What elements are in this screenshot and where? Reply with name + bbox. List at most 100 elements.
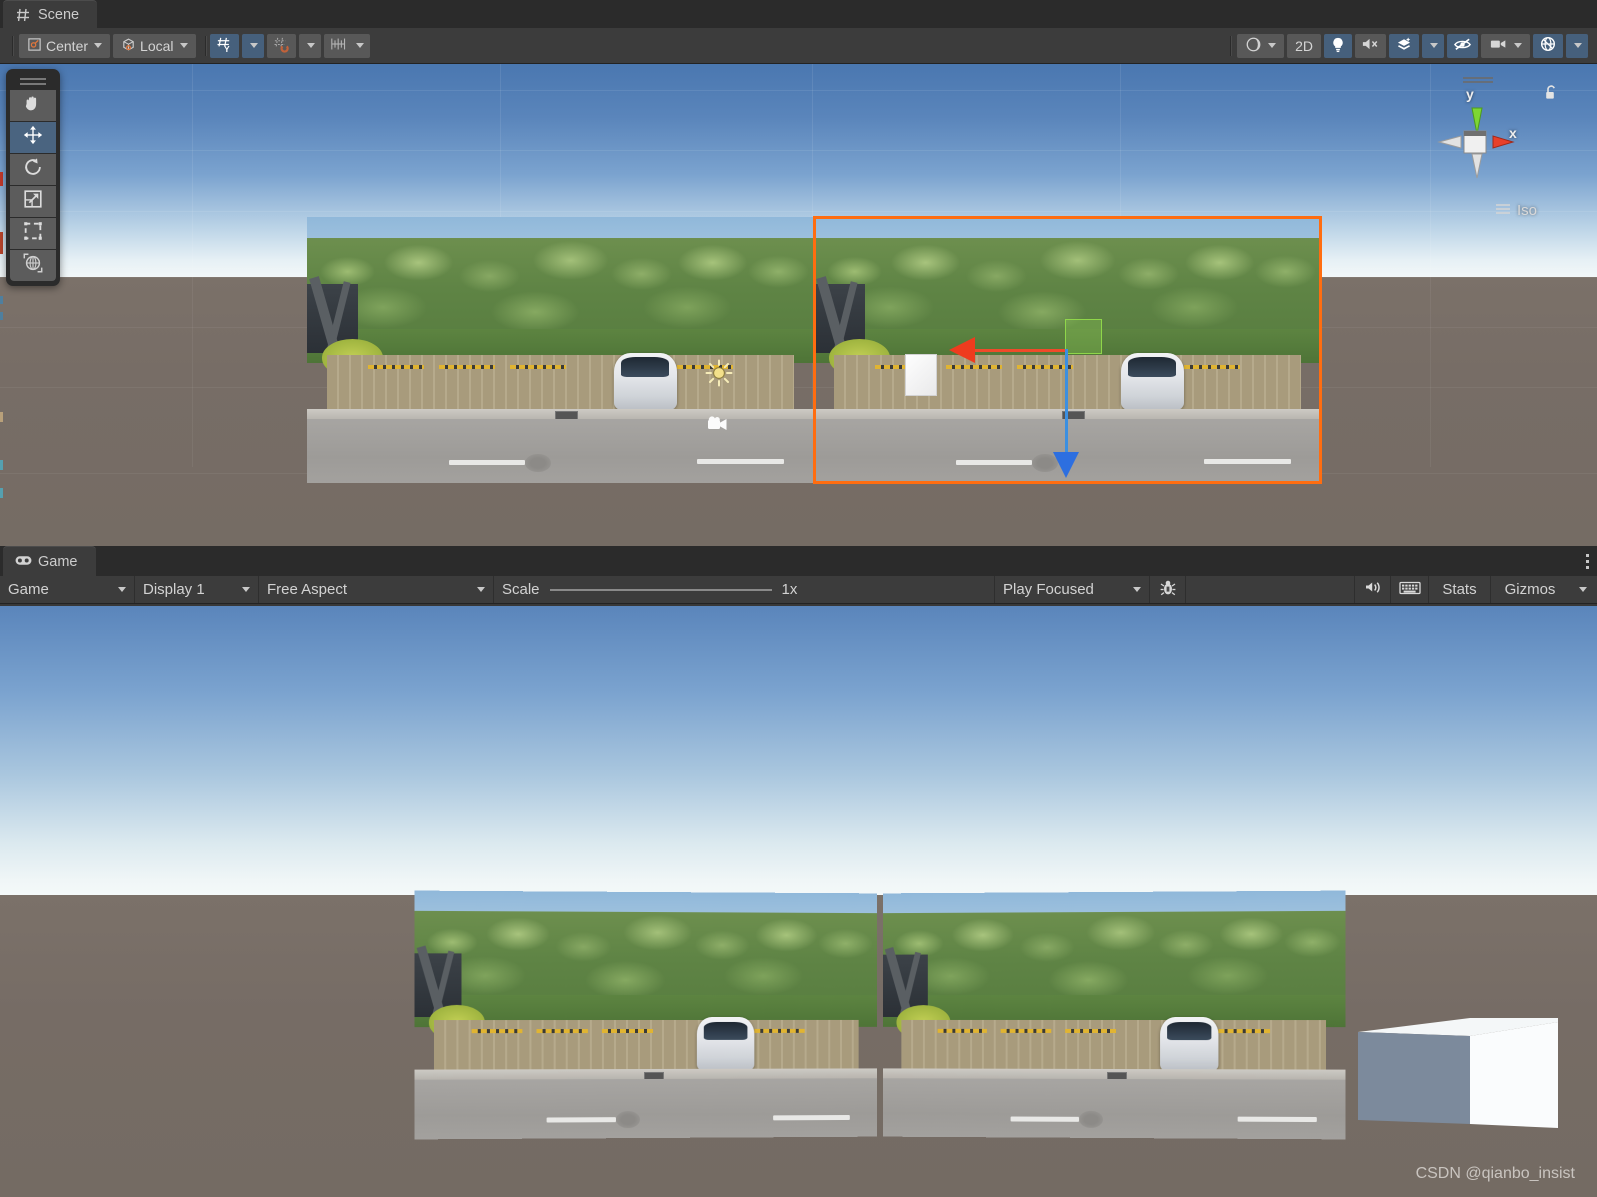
scene-cube-object[interactable]	[905, 354, 937, 396]
chevron-down-icon	[1268, 43, 1277, 48]
tab-game[interactable]: Game	[3, 546, 96, 576]
game-view-selector[interactable]: Game	[0, 576, 135, 603]
increment-snap-icon	[330, 36, 350, 55]
frame-debugger-icon	[1398, 580, 1421, 600]
edge-marker-tan	[0, 412, 3, 422]
scale-label: Scale	[502, 581, 540, 598]
scene-fx-dropdown[interactable]	[1422, 33, 1444, 58]
audio-muted-icon	[1361, 36, 1380, 55]
scene-audio-button[interactable]	[1355, 33, 1386, 58]
rotate-icon	[22, 156, 44, 183]
game-tabbar: Game	[0, 546, 1597, 576]
rotate-tool[interactable]	[10, 154, 56, 185]
unlock-icon[interactable]	[1543, 84, 1559, 107]
hamburger-icon	[1495, 202, 1511, 219]
aspect-ratio-label: Free Aspect	[267, 581, 348, 598]
game-toolbar: Game Display 1 Free Aspect Scale 1x Play…	[0, 576, 1597, 604]
handle-local-icon	[121, 37, 136, 55]
move-gizmo-x-axis[interactable]	[975, 349, 1067, 352]
game-viewport[interactable]: CSDN @qianbo_insist	[0, 606, 1597, 1197]
grid-snapping-button[interactable]	[266, 33, 296, 58]
chevron-down-icon	[118, 587, 126, 592]
gizmo-axis-y-label: y	[1466, 86, 1474, 102]
hand-tool[interactable]	[10, 90, 56, 121]
rect-tool[interactable]	[10, 218, 56, 249]
frame-debugger-button[interactable]	[1391, 576, 1429, 603]
aspect-ratio-selector[interactable]: Free Aspect	[259, 576, 494, 603]
scale-tool[interactable]	[10, 186, 56, 217]
transform-tool[interactable]	[10, 250, 56, 281]
parking-lot-photo	[414, 890, 878, 1140]
handle-rotation-button[interactable]: Local	[113, 33, 196, 58]
display-label: Display 1	[143, 581, 205, 598]
shaded-sphere-icon	[1245, 36, 1262, 56]
move-gizmo-y-axis[interactable]	[1065, 349, 1068, 454]
hand-icon	[22, 92, 44, 119]
edge-marker-blue-1	[0, 296, 3, 304]
image-quad-left[interactable]	[307, 217, 814, 483]
draw-mode-button[interactable]	[1237, 33, 1285, 58]
move-gizmo-y-arrow[interactable]	[1053, 452, 1079, 478]
white-car	[1120, 352, 1185, 412]
grid-snapping-dropdown[interactable]	[298, 33, 321, 58]
stats-button[interactable]: Stats	[1429, 576, 1491, 603]
mute-audio-button[interactable]	[1355, 576, 1391, 603]
tab-scene-label: Scene	[38, 6, 80, 23]
white-car	[613, 352, 678, 412]
tool-palette-grip[interactable]	[6, 73, 60, 89]
scene-fx-button[interactable]	[1389, 33, 1419, 58]
mute-audio-icon	[1363, 580, 1383, 599]
gizmos-globe-icon	[1539, 35, 1557, 56]
grid-dropdown-button[interactable]	[241, 33, 264, 58]
scene-projection-mode[interactable]: Iso	[1495, 202, 1537, 219]
edge-marker-blue-2	[0, 312, 3, 320]
transform-globe-icon	[22, 252, 44, 279]
lightbulb-icon	[1330, 36, 1346, 56]
gizmos-toggle-button[interactable]	[1533, 33, 1563, 58]
more-options-icon[interactable]	[1586, 554, 1589, 569]
camera-gizmo[interactable]	[706, 414, 730, 439]
move-gizmo-x-arrow[interactable]	[949, 337, 975, 363]
scale-slider[interactable]	[549, 588, 772, 591]
gizmos-dropdown[interactable]	[1569, 576, 1597, 603]
scene-camera-button[interactable]	[1481, 33, 1530, 58]
edge-marker-red-2	[0, 232, 3, 254]
2d-toggle-button[interactable]: 2D	[1287, 33, 1321, 58]
scale-slider-group[interactable]: Scale 1x	[494, 576, 995, 603]
display-selector[interactable]: Display 1	[135, 576, 259, 603]
bug-icon	[1159, 579, 1177, 601]
play-mode-selector[interactable]: Play Focused	[995, 576, 1150, 603]
gizmos-dropdown-button[interactable]	[1566, 33, 1588, 58]
move-tool[interactable]	[10, 122, 56, 153]
scene-lighting-button[interactable]	[1324, 33, 1352, 58]
scale-icon	[22, 188, 44, 215]
2d-toggle-label: 2D	[1295, 37, 1313, 54]
game-panel: Game Game Display 1 Free Aspect Scale 1x	[0, 546, 1597, 1197]
scene-tool-palette[interactable]	[6, 69, 60, 286]
grid-visibility-button[interactable]: Y	[209, 33, 239, 58]
tab-scene[interactable]: Scene	[3, 0, 98, 28]
scale-value: 1x	[781, 581, 798, 598]
gizmos-button[interactable]: Gizmos	[1491, 576, 1569, 603]
scene-tabbar: Scene	[0, 0, 1597, 28]
pivot-mode-button[interactable]: Center	[19, 33, 111, 58]
stats-label: Stats	[1442, 581, 1477, 598]
chevron-down-icon	[477, 587, 485, 592]
gizmo-axis-x-label: x	[1509, 125, 1517, 141]
increment-snapping-button[interactable]	[323, 33, 370, 58]
pivot-center-icon	[27, 37, 42, 55]
chevron-down-icon	[1430, 43, 1438, 48]
directional-light-gizmo[interactable]	[704, 358, 734, 393]
tab-game-label: Game	[38, 553, 78, 570]
move-gizmo-xy-plane[interactable]	[1065, 319, 1102, 354]
scene-viewport[interactable]: y x Iso	[0, 64, 1597, 546]
scene-visibility-button[interactable]	[1447, 33, 1478, 58]
scene-orientation-gizmo[interactable]: y x	[1409, 86, 1539, 216]
chevron-down-icon	[179, 43, 188, 48]
grid-axis-y-icon: Y	[216, 36, 233, 56]
toolbar-divider	[12, 35, 13, 56]
toolbar-divider-3	[1230, 35, 1232, 56]
scene-camera-icon	[1489, 37, 1508, 54]
chevron-down-icon	[1579, 587, 1587, 592]
debug-button[interactable]	[1150, 576, 1186, 603]
